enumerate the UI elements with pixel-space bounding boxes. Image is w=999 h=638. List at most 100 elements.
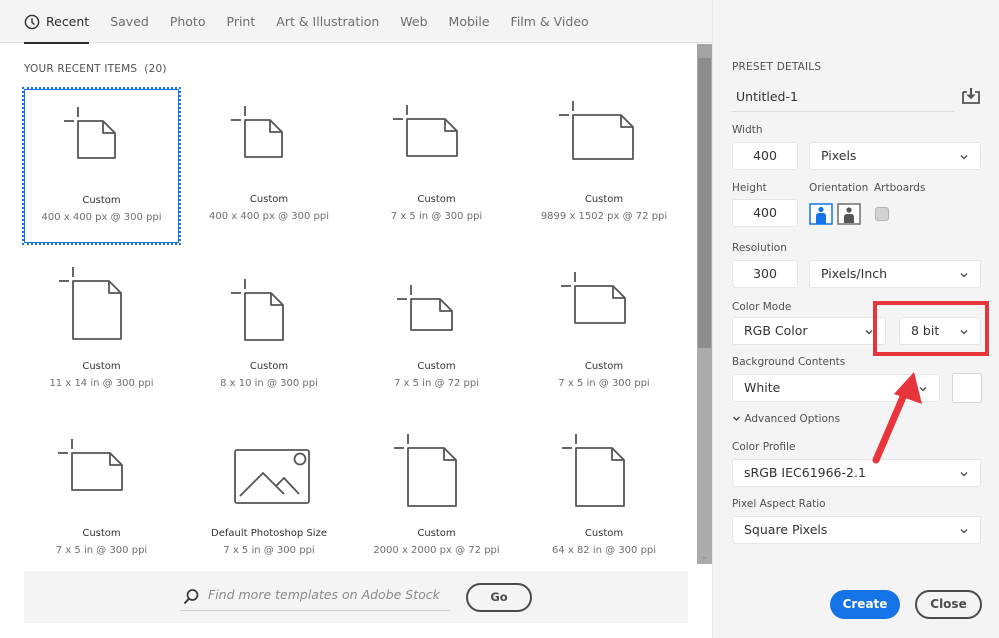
- document-icon: [230, 279, 284, 341]
- recent-item-size: 2000 x 2000 px @ 72 ppi: [373, 545, 500, 556]
- width-input[interactable]: 400: [732, 142, 798, 170]
- save-preset-icon[interactable]: [961, 86, 981, 106]
- stock-search-field[interactable]: [180, 583, 450, 611]
- recent-item-size: 7 x 5 in @ 300 ppi: [223, 545, 315, 556]
- recent-item-name: Custom: [584, 361, 624, 372]
- tab-print[interactable]: Print: [227, 0, 256, 43]
- artboards-checkbox[interactable]: [875, 207, 889, 221]
- background-contents-label: Background Contents: [732, 356, 846, 368]
- recent-item-name: Custom: [584, 528, 624, 539]
- resolution-unit-select[interactable]: Pixels/Inch: [809, 260, 981, 288]
- recent-item-name: Custom: [249, 361, 289, 372]
- document-icon: [394, 434, 457, 507]
- document-icon: [64, 107, 116, 159]
- tab-recent[interactable]: Recent: [24, 0, 90, 44]
- background-color-swatch[interactable]: [952, 373, 982, 403]
- orientation-label: Orientation: [809, 182, 869, 194]
- color-mode-label: Color Mode: [732, 301, 792, 313]
- tab-film-video[interactable]: Film & Video: [511, 0, 589, 43]
- tab-art-illustration[interactable]: Art & Illustration: [276, 0, 379, 43]
- recent-item-card[interactable]: Custom 8 x 10 in @ 300 ppi: [192, 256, 347, 410]
- scroll-down-button[interactable]: ⌄: [697, 550, 712, 564]
- chevron-down-icon: [960, 329, 968, 335]
- recent-item-size: 9899 x 1502 px @ 72 ppi: [540, 211, 668, 222]
- portrait-orientation-icon[interactable]: [809, 203, 833, 225]
- bit-depth-value: 8 bit: [911, 323, 940, 338]
- recent-item-card[interactable]: Custom 11 x 14 in @ 300 ppi: [24, 256, 179, 410]
- advanced-options-toggle[interactable]: Advanced Options: [732, 413, 840, 425]
- resolution-input[interactable]: 300: [732, 260, 798, 288]
- scrollbar[interactable]: ⌄: [697, 44, 712, 564]
- resolution-label: Resolution: [732, 242, 787, 254]
- height-input[interactable]: 400: [732, 199, 798, 227]
- document-icon: [558, 101, 634, 160]
- tab-web[interactable]: Web: [400, 0, 427, 43]
- landscape-orientation-icon[interactable]: [837, 203, 861, 225]
- recent-item-size: 7 x 5 in @ 300 ppi: [558, 378, 650, 389]
- recent-item-card[interactable]: Custom 7 x 5 in @ 300 ppi: [359, 89, 514, 243]
- document-icon: [230, 106, 283, 158]
- recent-item-card[interactable]: Custom 7 x 5 in @ 72 ppi: [359, 256, 514, 410]
- stock-search-input[interactable]: [208, 587, 448, 602]
- chevron-down-icon: [732, 416, 741, 422]
- recent-item-card[interactable]: Custom 64 x 82 in @ 300 ppi: [527, 423, 682, 577]
- adobe-stock-search-bar: Go: [24, 571, 688, 623]
- document-icon: [58, 439, 123, 491]
- tab-label: Recent: [46, 13, 90, 29]
- tab-label: Photo: [169, 13, 206, 29]
- recent-item-card[interactable]: Custom 400 x 400 px @ 300 ppi: [22, 87, 181, 245]
- recent-count: (20): [144, 63, 167, 75]
- resolution-unit-value: Pixels/Inch: [821, 266, 888, 281]
- tab-photo[interactable]: Photo: [170, 0, 206, 43]
- bit-depth-select[interactable]: 8 bit: [899, 317, 981, 345]
- recent-item-card[interactable]: Custom 400 x 400 px @ 300 ppi: [192, 89, 347, 243]
- section-title-text: YOUR RECENT ITEMS: [24, 63, 138, 75]
- recent-item-card[interactable]: Custom 7 x 5 in @ 300 ppi: [527, 256, 682, 410]
- recent-item-size: 400 x 400 px @ 300 ppi: [41, 212, 162, 223]
- tab-label: Film & Video: [510, 13, 589, 29]
- background-contents-select[interactable]: White: [732, 374, 940, 402]
- pixel-aspect-ratio-select[interactable]: Square Pixels: [732, 516, 981, 544]
- recent-item-size: 7 x 5 in @ 300 ppi: [55, 545, 148, 556]
- advanced-options-label: Advanced Options: [744, 413, 841, 425]
- recent-item-name: Custom: [249, 194, 289, 205]
- recent-item-size: 7 x 5 in @ 300 ppi: [390, 211, 483, 222]
- image-placeholder-icon: [233, 449, 310, 504]
- recent-item-size: 64 x 82 in @ 300 ppi: [551, 545, 657, 556]
- recent-items-pane: YOUR RECENT ITEMS (20) Custom 400 x 400 p…: [0, 44, 697, 638]
- scroll-thumb[interactable]: [698, 58, 711, 348]
- pixel-aspect-ratio-label: Pixel Aspect Ratio: [732, 498, 826, 510]
- recent-item-card[interactable]: Custom 2000 x 2000 px @ 72 ppi: [359, 423, 514, 577]
- tab-mobile[interactable]: Mobile: [449, 0, 490, 43]
- background-contents-value: White: [744, 380, 781, 395]
- chevron-down-icon: [960, 272, 968, 278]
- width-unit-select[interactable]: Pixels: [809, 142, 981, 170]
- document-icon: [561, 434, 625, 507]
- document-icon: [397, 285, 453, 331]
- recent-item-name: Default Photoshop Size: [211, 528, 327, 539]
- scroll-up-button[interactable]: [697, 44, 712, 58]
- chevron-down-icon: [960, 528, 968, 534]
- chevron-down-icon: [865, 329, 873, 335]
- tab-saved[interactable]: Saved: [110, 0, 149, 43]
- recent-item-name: Custom: [82, 528, 121, 539]
- color-profile-select[interactable]: sRGB IEC61966-2.1: [732, 459, 981, 487]
- close-button[interactable]: Close: [915, 590, 982, 619]
- color-profile-value: sRGB IEC61966-2.1: [744, 465, 866, 480]
- tab-label: Art & Illustration: [276, 13, 380, 29]
- color-profile-label: Color Profile: [732, 441, 796, 453]
- recent-item-card[interactable]: Custom 7 x 5 in @ 300 ppi: [24, 423, 179, 577]
- recent-item-card[interactable]: Custom 9899 x 1502 px @ 72 ppi: [527, 89, 682, 243]
- recent-item-name: Custom: [417, 528, 456, 539]
- recent-item-name: Custom: [82, 195, 121, 206]
- pixel-aspect-ratio-value: Square Pixels: [744, 522, 828, 537]
- recent-item-card[interactable]: Default Photoshop Size 7 x 5 in @ 300 ppi: [192, 423, 347, 577]
- recent-item-size: 8 x 10 in @ 300 ppi: [220, 378, 318, 389]
- width-unit-value: Pixels: [821, 148, 857, 163]
- create-button[interactable]: Create: [830, 590, 900, 619]
- preset-name-input[interactable]: Untitled-1: [732, 84, 954, 112]
- recent-item-size: 11 x 14 in @ 300 ppi: [49, 378, 154, 389]
- color-mode-select[interactable]: RGB Color: [732, 317, 886, 345]
- recent-item-size: 400 x 400 px @ 300 ppi: [209, 211, 329, 222]
- go-button[interactable]: Go: [466, 583, 532, 612]
